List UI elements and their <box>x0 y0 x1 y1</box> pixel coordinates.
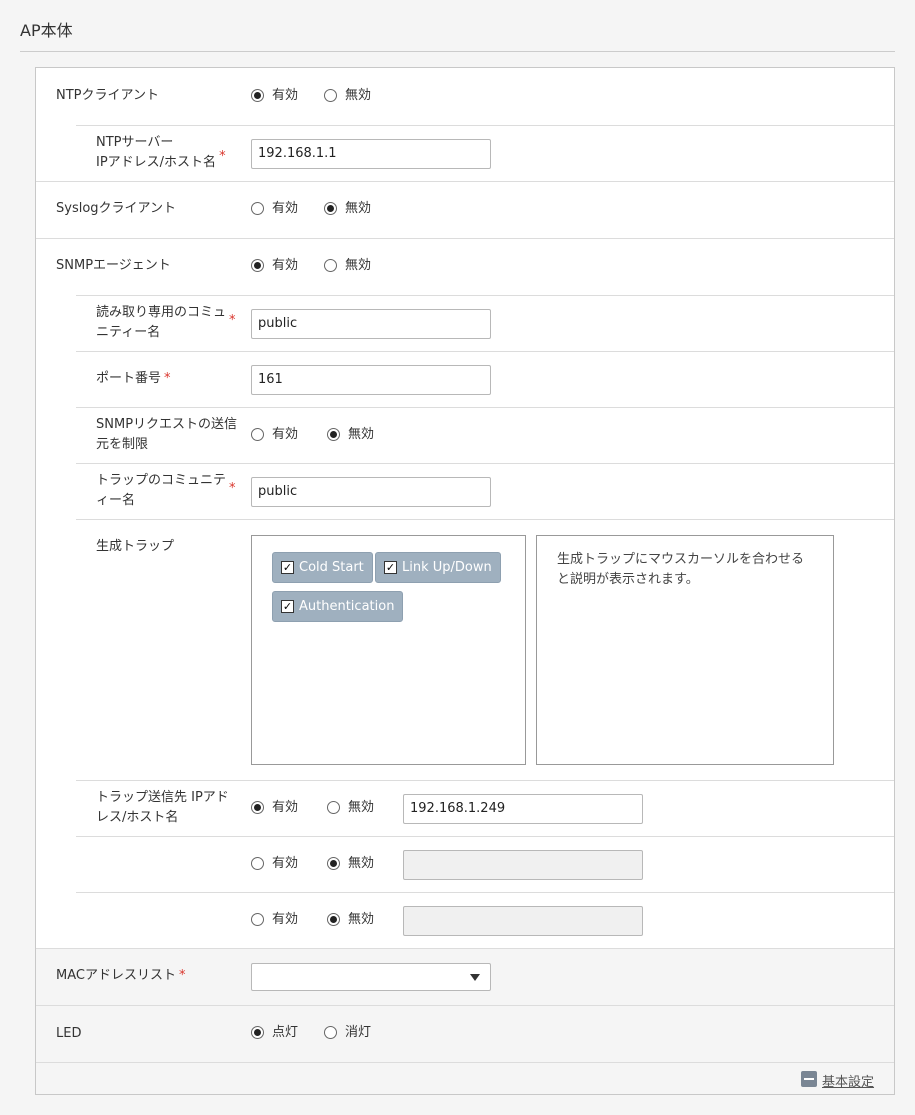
divider <box>36 181 894 182</box>
led-on-label: 点灯 <box>272 1025 299 1040</box>
trap-dest-2-input <box>403 850 643 880</box>
trap-dest-1-enable-radio[interactable] <box>251 801 264 814</box>
snmp-disable-label: 無効 <box>345 258 372 273</box>
settings-panel: NTPクライアント 有効 無効 NTPサーバー IPアドレス/ホスト名 * 192… <box>35 67 895 1095</box>
page-title: AP本体 <box>20 21 73 40</box>
restrict-disable-radio[interactable] <box>327 428 340 441</box>
trap-dest-2-disable-label: 無効 <box>348 856 375 871</box>
divider <box>76 295 894 296</box>
trap-dest-1-disable-label: 無効 <box>348 800 375 815</box>
ntp-disable-label: 無効 <box>345 88 372 103</box>
snmp-agent-label: SNMPエージェント <box>56 258 171 273</box>
trap-dest-label-line2: レス/ホスト名 <box>96 810 179 825</box>
trap-dest-2-enable-label: 有効 <box>272 856 299 871</box>
required-mark: * <box>178 968 186 983</box>
divider <box>76 463 894 464</box>
collapse-icon[interactable] <box>801 1071 817 1087</box>
syslog-enable-label: 有効 <box>272 201 299 216</box>
ro-community-input[interactable]: public <box>251 309 491 339</box>
syslog-disable-radio[interactable] <box>324 202 337 215</box>
snmp-disable-radio[interactable] <box>324 259 337 272</box>
trap-chip-cold-start[interactable]: ✓ Cold Start <box>272 552 373 583</box>
trap-dest-1-disable-radio[interactable] <box>327 801 340 814</box>
ntp-server-input[interactable]: 192.168.1.1 <box>251 139 491 169</box>
ntp-server-label-line2: IPアドレス/ホスト名 * <box>96 149 226 170</box>
ntp-client-label: NTPクライアント <box>56 88 159 103</box>
trap-chip-link-up-down[interactable]: ✓ Link Up/Down <box>375 552 501 583</box>
divider <box>76 519 894 520</box>
required-mark: * <box>219 149 226 164</box>
restrict-label-line1: SNMPリクエストの送信 <box>96 417 238 432</box>
mac-row: MACアドレスリスト * <box>36 948 894 1005</box>
required-mark: * <box>229 313 236 328</box>
trap-dest-3-input <box>403 906 643 936</box>
required-mark: * <box>229 481 236 496</box>
trap-description-line1: 生成トラップにマウスカーソルを合わせる <box>557 552 805 567</box>
panel-footer: 基本設定 <box>36 1062 894 1094</box>
divider <box>76 780 894 781</box>
divider <box>76 407 894 408</box>
divider <box>76 351 894 352</box>
checkbox-checked-icon[interactable]: ✓ <box>281 600 294 613</box>
snmp-enable-label: 有効 <box>272 258 299 273</box>
trap-description-line2: と説明が表示されます。 <box>557 572 699 587</box>
trap-community-label-line1: トラップのコミュニテ* <box>96 473 236 496</box>
port-input[interactable]: 161 <box>251 365 491 395</box>
ro-community-label-line2: ニティー名 <box>96 325 161 340</box>
trap-chip-authentication[interactable]: ✓ Authentication <box>272 591 404 622</box>
mac-list-label: MACアドレスリスト * <box>56 968 186 983</box>
ntp-enable-label: 有効 <box>272 88 299 103</box>
restrict-disable-label: 無効 <box>348 427 375 442</box>
led-off-label: 消灯 <box>345 1025 372 1040</box>
ntp-disable-radio[interactable] <box>324 89 337 102</box>
port-label: ポート番号 * <box>96 371 171 386</box>
restrict-enable-label: 有効 <box>272 427 299 442</box>
trap-description-box: 生成トラップにマウスカーソルを合わせる と説明が表示されます。 <box>536 535 834 765</box>
checkbox-checked-icon[interactable]: ✓ <box>281 561 294 574</box>
mac-list-select[interactable] <box>251 963 491 991</box>
trap-dest-1-enable-label: 有効 <box>272 800 299 815</box>
trap-dest-3-enable-label: 有効 <box>272 912 299 927</box>
led-off-radio[interactable] <box>324 1026 337 1039</box>
snmp-enable-radio[interactable] <box>251 259 264 272</box>
led-row: LED 点灯 消灯 <box>36 1005 894 1062</box>
title-divider <box>20 51 895 52</box>
divider <box>76 892 894 893</box>
divider <box>76 125 894 126</box>
trap-dest-label-line1: トラップ送信先 IPアド <box>96 790 229 805</box>
trap-dest-3-disable-radio[interactable] <box>327 913 340 926</box>
syslog-disable-label: 無効 <box>345 201 372 216</box>
trap-community-label-line2: ィー名 <box>96 493 136 508</box>
syslog-enable-radio[interactable] <box>251 202 264 215</box>
traps-list-box: ✓ Cold Start ✓ Link Up/Down ✓ Authenticatio… <box>251 535 526 765</box>
ntp-enable-radio[interactable] <box>251 89 264 102</box>
chevron-down-icon <box>470 974 480 981</box>
trap-dest-3-enable-radio[interactable] <box>251 913 264 926</box>
trap-dest-2-enable-radio[interactable] <box>251 857 264 870</box>
led-on-radio[interactable] <box>251 1026 264 1039</box>
basic-settings-link[interactable]: 基本設定 <box>822 1071 874 1090</box>
trap-dest-1-input[interactable]: 192.168.1.249 <box>403 794 643 824</box>
restrict-enable-radio[interactable] <box>251 428 264 441</box>
ntp-server-label-line1: NTPサーバー <box>96 135 174 150</box>
generated-traps-label: 生成トラップ <box>96 539 175 554</box>
trap-community-input[interactable]: public <box>251 477 491 507</box>
restrict-label-line2: 元を制限 <box>96 437 149 452</box>
syslog-client-label: Syslogクライアント <box>56 201 177 216</box>
checkbox-checked-icon[interactable]: ✓ <box>384 561 397 574</box>
divider <box>36 238 894 239</box>
required-mark: * <box>164 371 171 386</box>
ro-community-label-line1: 読み取り専用のコミュ* <box>96 305 236 328</box>
led-label: LED <box>56 1026 82 1041</box>
trap-dest-3-disable-label: 無効 <box>348 912 375 927</box>
trap-dest-2-disable-radio[interactable] <box>327 857 340 870</box>
divider <box>76 836 894 837</box>
